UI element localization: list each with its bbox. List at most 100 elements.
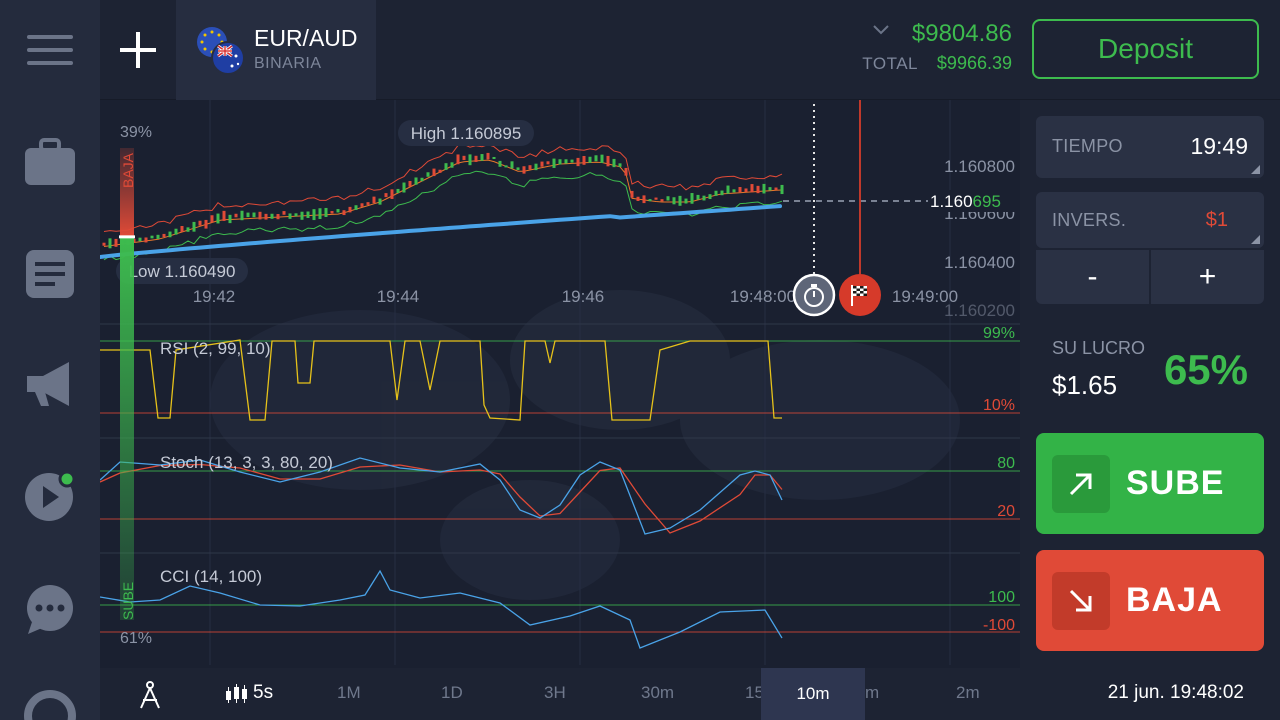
chat-icon[interactable] [24, 584, 76, 636]
trading-app: EUR/AUD BINARIA $9804.86 TOTAL $9966.39 … [0, 0, 1280, 720]
candle [162, 233, 166, 238]
timeframe-option[interactable]: 30m [641, 683, 674, 703]
investment-selector[interactable]: INVERS. $1 [1036, 192, 1264, 248]
deposit-button[interactable]: Deposit [1032, 19, 1259, 79]
candle [408, 180, 412, 187]
time-selector[interactable]: TIEMPO 19:49 [1036, 116, 1264, 178]
candle [222, 210, 226, 221]
candle [576, 157, 580, 167]
chart-area[interactable]: 1.160800 1.160600 1.160400 1.160200 19:4… [100, 100, 1020, 668]
megaphone-icon[interactable] [24, 358, 76, 410]
timeframe-active[interactable]: 10m [761, 668, 865, 720]
candle [306, 211, 310, 218]
candle [342, 210, 346, 216]
candle [690, 193, 694, 204]
stopwatch-icon[interactable] [792, 273, 836, 317]
candle [654, 197, 658, 200]
call-button[interactable]: SUBE [1036, 433, 1264, 534]
chevron-down-icon[interactable] [872, 24, 890, 36]
candle [516, 167, 520, 170]
candle [354, 205, 358, 210]
candle [384, 193, 388, 198]
sentiment-bottom-value: 61% [120, 630, 152, 647]
stoch-upper-value: 80 [997, 455, 1015, 472]
rsi-upper-value: 99% [983, 325, 1015, 342]
rsi-lower-value: 10% [983, 397, 1015, 414]
price-tick: 1.160800 [944, 157, 1015, 176]
candle [216, 213, 220, 224]
play-icon[interactable] [24, 470, 76, 522]
time-tick: 19:49:00 [892, 287, 958, 306]
current-price-suffix: 695 [973, 192, 1001, 211]
cci-label: CCI (14, 100) [160, 567, 262, 586]
put-button[interactable]: BAJA [1036, 550, 1264, 651]
candle [564, 159, 568, 164]
candle [744, 188, 748, 192]
corner-icon [1251, 165, 1260, 174]
time-tick: 19:48:00 [730, 287, 796, 306]
finish-flag-icon[interactable] [839, 274, 881, 316]
asset-tab[interactable]: EUR/AUD BINARIA [176, 0, 376, 100]
trade-panel: TIEMPO 19:49 INVERS. $1 - + SU LUCRO $1.… [1020, 100, 1280, 668]
decrease-button[interactable]: - [1036, 250, 1149, 304]
candle [264, 213, 268, 220]
candle [546, 161, 550, 165]
profit-percent: 65% [1163, 346, 1248, 393]
briefcase-icon[interactable] [24, 136, 76, 188]
eur-aud-flag-icon [197, 27, 245, 75]
sentiment-top-value: 39% [120, 124, 152, 141]
candle [468, 154, 472, 166]
help-icon[interactable] [24, 690, 76, 720]
price-chart[interactable]: 1.160800 1.160600 1.160400 1.160200 19:4… [100, 100, 1020, 668]
candle [774, 187, 778, 191]
drawing-tools-icon[interactable] [138, 680, 162, 710]
increase-button[interactable]: + [1151, 250, 1264, 304]
corner-icon [1251, 235, 1260, 244]
cci-lower-value: -100 [983, 617, 1015, 634]
candle [672, 197, 676, 205]
candle [318, 208, 322, 219]
document-icon[interactable] [24, 248, 76, 300]
total-value: $9966.39 [936, 53, 1012, 73]
timeframe-option[interactable]: 2m [956, 683, 980, 703]
candle [702, 195, 706, 201]
candle [390, 189, 394, 199]
candle [210, 215, 214, 223]
asset-type: BINARIA [254, 55, 322, 72]
candle [528, 165, 532, 170]
sidebar [0, 0, 100, 720]
candle [438, 169, 442, 173]
candle [312, 209, 316, 221]
candle [480, 154, 484, 161]
candle [432, 168, 436, 177]
candle [498, 160, 502, 167]
candle-period[interactable]: 5s [253, 682, 273, 704]
timeframe-option[interactable]: 1M [337, 683, 361, 703]
candle [552, 158, 556, 168]
candle [360, 203, 364, 207]
candle [732, 189, 736, 193]
add-asset-button[interactable] [100, 0, 176, 100]
candle [192, 221, 196, 232]
sentiment-bottom-label: SUBE [120, 582, 136, 620]
sentiment-up-bar [120, 236, 134, 620]
investment-label: INVERS. [1052, 210, 1127, 230]
candles-icon[interactable] [224, 683, 250, 705]
time-label: TIEMPO [1052, 136, 1123, 156]
candle [102, 242, 106, 246]
candle [486, 152, 490, 160]
candle [324, 207, 328, 217]
candle [714, 190, 718, 196]
candle [666, 196, 670, 201]
menu-icon[interactable] [24, 24, 76, 76]
timeframe-option[interactable]: 1D [441, 683, 463, 703]
timeframe-option[interactable]: 3H [544, 683, 566, 703]
candle [660, 199, 664, 202]
high-label: High 1.160895 [411, 124, 522, 143]
clock: 21 jun. 19:48:02 [1107, 682, 1244, 703]
candle [444, 163, 448, 170]
balance-value[interactable]: $9804.86 [912, 20, 1012, 48]
candle [228, 214, 232, 224]
low-label: Low 1.160490 [129, 262, 236, 281]
timeframe-option[interactable]: m [865, 683, 879, 703]
